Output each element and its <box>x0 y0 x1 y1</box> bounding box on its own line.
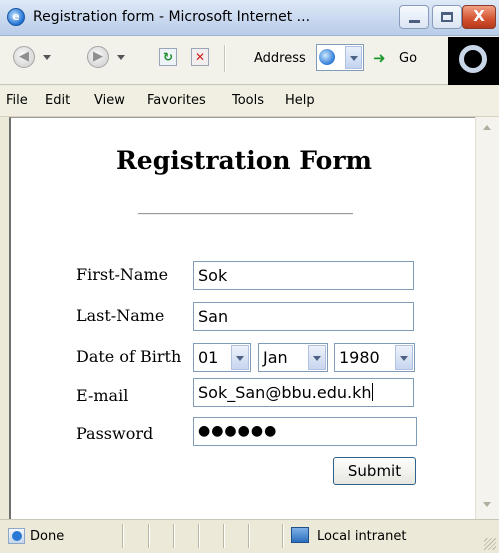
submit-button[interactable]: Submit <box>333 457 416 485</box>
minimize-button[interactable] <box>399 5 429 29</box>
password-label: Password <box>76 424 154 443</box>
dob-month-select[interactable]: Jan <box>258 343 328 372</box>
first-name-input[interactable]: Sok <box>193 261 414 290</box>
title-bar[interactable]: e Registration form - Microsoft Internet… <box>0 0 499 36</box>
refresh-icon[interactable]: ↻ <box>159 48 177 66</box>
maximize-button[interactable] <box>432 5 462 29</box>
status-text: Done <box>30 529 65 544</box>
chevron-down-icon[interactable] <box>231 345 249 370</box>
dob-year-value: 1980 <box>339 348 380 367</box>
menu-tools[interactable]: Tools <box>232 93 264 108</box>
close-button[interactable]: X <box>462 5 496 29</box>
status-divider <box>198 524 200 548</box>
status-divider <box>223 524 225 548</box>
status-bar: Done Local intranet <box>0 519 499 553</box>
menu-favorites[interactable]: Favorites <box>147 93 206 108</box>
address-dropdown-button[interactable] <box>345 46 362 69</box>
page-content: Registration Form First-Name Sok Last-Na… <box>9 117 475 519</box>
page-done-icon <box>8 528 25 544</box>
maximize-icon <box>441 12 453 22</box>
menu-bar: File Edit View Favorites Tools Help <box>0 86 499 117</box>
back-dropdown-icon[interactable] <box>43 55 51 60</box>
status-divider <box>248 524 250 548</box>
last-name-label: Last-Name <box>76 306 165 325</box>
status-divider <box>148 524 150 548</box>
password-input[interactable]: ●●●●●● <box>193 417 417 446</box>
address-bar[interactable] <box>316 44 364 71</box>
address-label: Address <box>254 51 306 66</box>
dob-month-value: Jan <box>263 348 288 367</box>
chevron-down-icon[interactable] <box>308 345 326 370</box>
page-title: Registration Form <box>116 146 372 175</box>
first-name-label: First-Name <box>76 265 169 284</box>
horizontal-rule <box>138 213 353 215</box>
toolbar-separator <box>224 45 226 72</box>
email-label: E-mail <box>76 386 129 405</box>
navigation-toolbar: ◀ ▶ ↻ ✕ Address ➜ Go <box>0 36 499 85</box>
menu-help[interactable]: Help <box>285 93 315 108</box>
back-arrow-icon[interactable]: ◀ <box>13 46 35 68</box>
vertical-scrollbar[interactable] <box>475 117 499 519</box>
last-name-input[interactable]: San <box>193 302 414 331</box>
chevron-down-icon[interactable] <box>395 345 413 370</box>
browser-window: e Registration form - Microsoft Internet… <box>0 0 499 553</box>
close-icon: X <box>473 7 485 25</box>
menu-file[interactable]: File <box>6 93 28 108</box>
status-divider <box>282 524 284 548</box>
dob-day-select[interactable]: 01 <box>193 343 251 372</box>
window-title: Registration form - Microsoft Internet .… <box>33 9 311 25</box>
page-icon <box>319 49 335 65</box>
status-divider <box>173 524 175 548</box>
local-intranet-icon <box>291 527 309 543</box>
throbber-logo <box>448 37 499 85</box>
minimize-icon <box>409 20 420 23</box>
text-caret <box>372 383 374 401</box>
dob-label: Date of Birth <box>76 347 182 366</box>
email-input[interactable]: Sok_San@bbu.edu.kh <box>193 378 414 407</box>
chevron-down-icon <box>350 56 358 61</box>
windows-logo-icon <box>459 45 487 73</box>
stop-icon[interactable]: ✕ <box>191 48 209 66</box>
scroll-up-icon[interactable] <box>483 125 491 130</box>
forward-dropdown-icon[interactable] <box>117 55 125 60</box>
go-button[interactable]: Go <box>399 51 417 66</box>
scroll-down-icon[interactable] <box>483 502 491 507</box>
status-divider <box>122 524 124 548</box>
go-arrow-icon[interactable]: ➜ <box>373 49 391 67</box>
menu-view[interactable]: View <box>94 93 125 108</box>
dob-year-select[interactable]: 1980 <box>334 343 415 372</box>
dob-day-value: 01 <box>198 348 219 367</box>
ie-logo-icon: e <box>7 8 25 26</box>
forward-arrow-icon[interactable]: ▶ <box>87 46 109 68</box>
menu-edit[interactable]: Edit <box>45 93 70 108</box>
security-zone-text: Local intranet <box>317 529 407 544</box>
resize-grip[interactable] <box>484 538 496 550</box>
email-value: Sok_San@bbu.edu.kh <box>198 383 372 402</box>
